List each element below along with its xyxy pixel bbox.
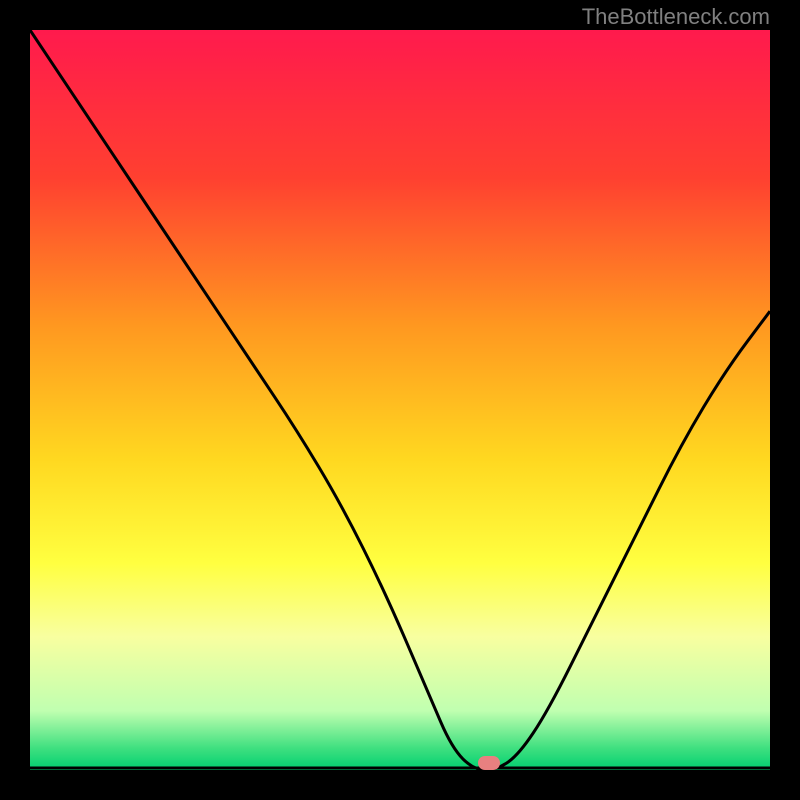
plot-area [30, 30, 770, 770]
watermark-text: TheBottleneck.com [582, 4, 770, 30]
optimal-marker [478, 756, 500, 770]
curve-layer [30, 30, 770, 770]
chart-container: TheBottleneck.com [0, 0, 800, 800]
bottleneck-curve [30, 30, 770, 770]
